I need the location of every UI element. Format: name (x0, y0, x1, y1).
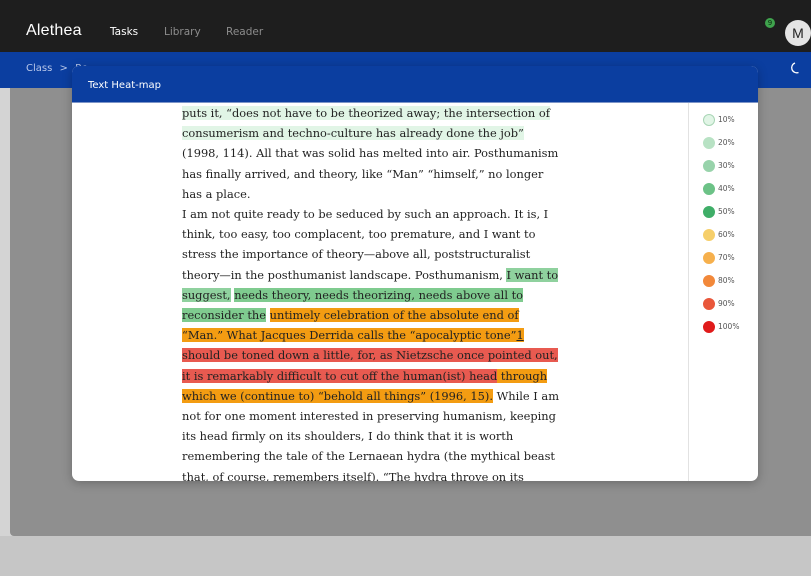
legend-swatch-icon (703, 321, 715, 333)
heatmap-modal: Text Heat-map puts it, “does not have to… (72, 66, 758, 481)
legend-label: 80% (718, 276, 735, 285)
legend-label: 30% (718, 161, 735, 170)
breadcrumb-separator-icon: > (59, 63, 68, 74)
heatmap-text: puts it, “does not have to be theorized … (182, 103, 562, 481)
legend-label: 60% (718, 230, 735, 239)
text-segment: I am not quite ready to be seduced by su… (182, 207, 549, 282)
breadcrumb-item-class[interactable]: Class (26, 63, 52, 74)
legend-swatch-icon (703, 114, 715, 126)
text-paragraph: I am not quite ready to be seduced by su… (182, 204, 562, 481)
legend-swatch-icon (703, 137, 715, 149)
page-footer (0, 536, 811, 576)
nav-reader[interactable]: Reader (226, 26, 263, 38)
legend-swatch-icon (703, 275, 715, 287)
highlight-segment: puts it, “does not have to be theorized … (182, 106, 550, 141)
app-brand[interactable]: Alethea (26, 22, 82, 40)
text-segment: (1998, 114). All that was solid has melt… (182, 146, 559, 201)
legend-label: 10% (718, 115, 735, 124)
legend-label: 100% (718, 322, 740, 331)
legend-swatch-icon (703, 229, 715, 241)
legend-swatch-icon (703, 183, 715, 195)
legend-swatch-icon (703, 252, 715, 264)
legend-label: 50% (718, 207, 735, 216)
legend-label: 20% (718, 138, 735, 147)
legend-label: 70% (718, 253, 735, 262)
legend-label: 90% (718, 299, 735, 308)
highlight-segment: 1 (516, 328, 524, 343)
text-paragraph: puts it, “does not have to be theorized … (182, 103, 562, 204)
legend-swatch-icon (703, 206, 715, 218)
top-app-bar: Alethea Tasks Library Reader 9 M (0, 0, 811, 52)
notification-badge[interactable]: 9 (765, 18, 775, 28)
legend-divider (688, 103, 689, 481)
legend-swatch-icon (703, 160, 715, 172)
modal-header: Text Heat-map (72, 66, 758, 103)
legend-swatch-icon (703, 298, 715, 310)
dark-mode-moon-icon[interactable] (789, 61, 803, 75)
nav-tasks[interactable]: Tasks (110, 26, 138, 38)
modal-title: Text Heat-map (88, 80, 161, 91)
nav-library[interactable]: Library (164, 26, 201, 38)
avatar[interactable]: M (785, 20, 811, 46)
legend-label: 40% (718, 184, 735, 193)
